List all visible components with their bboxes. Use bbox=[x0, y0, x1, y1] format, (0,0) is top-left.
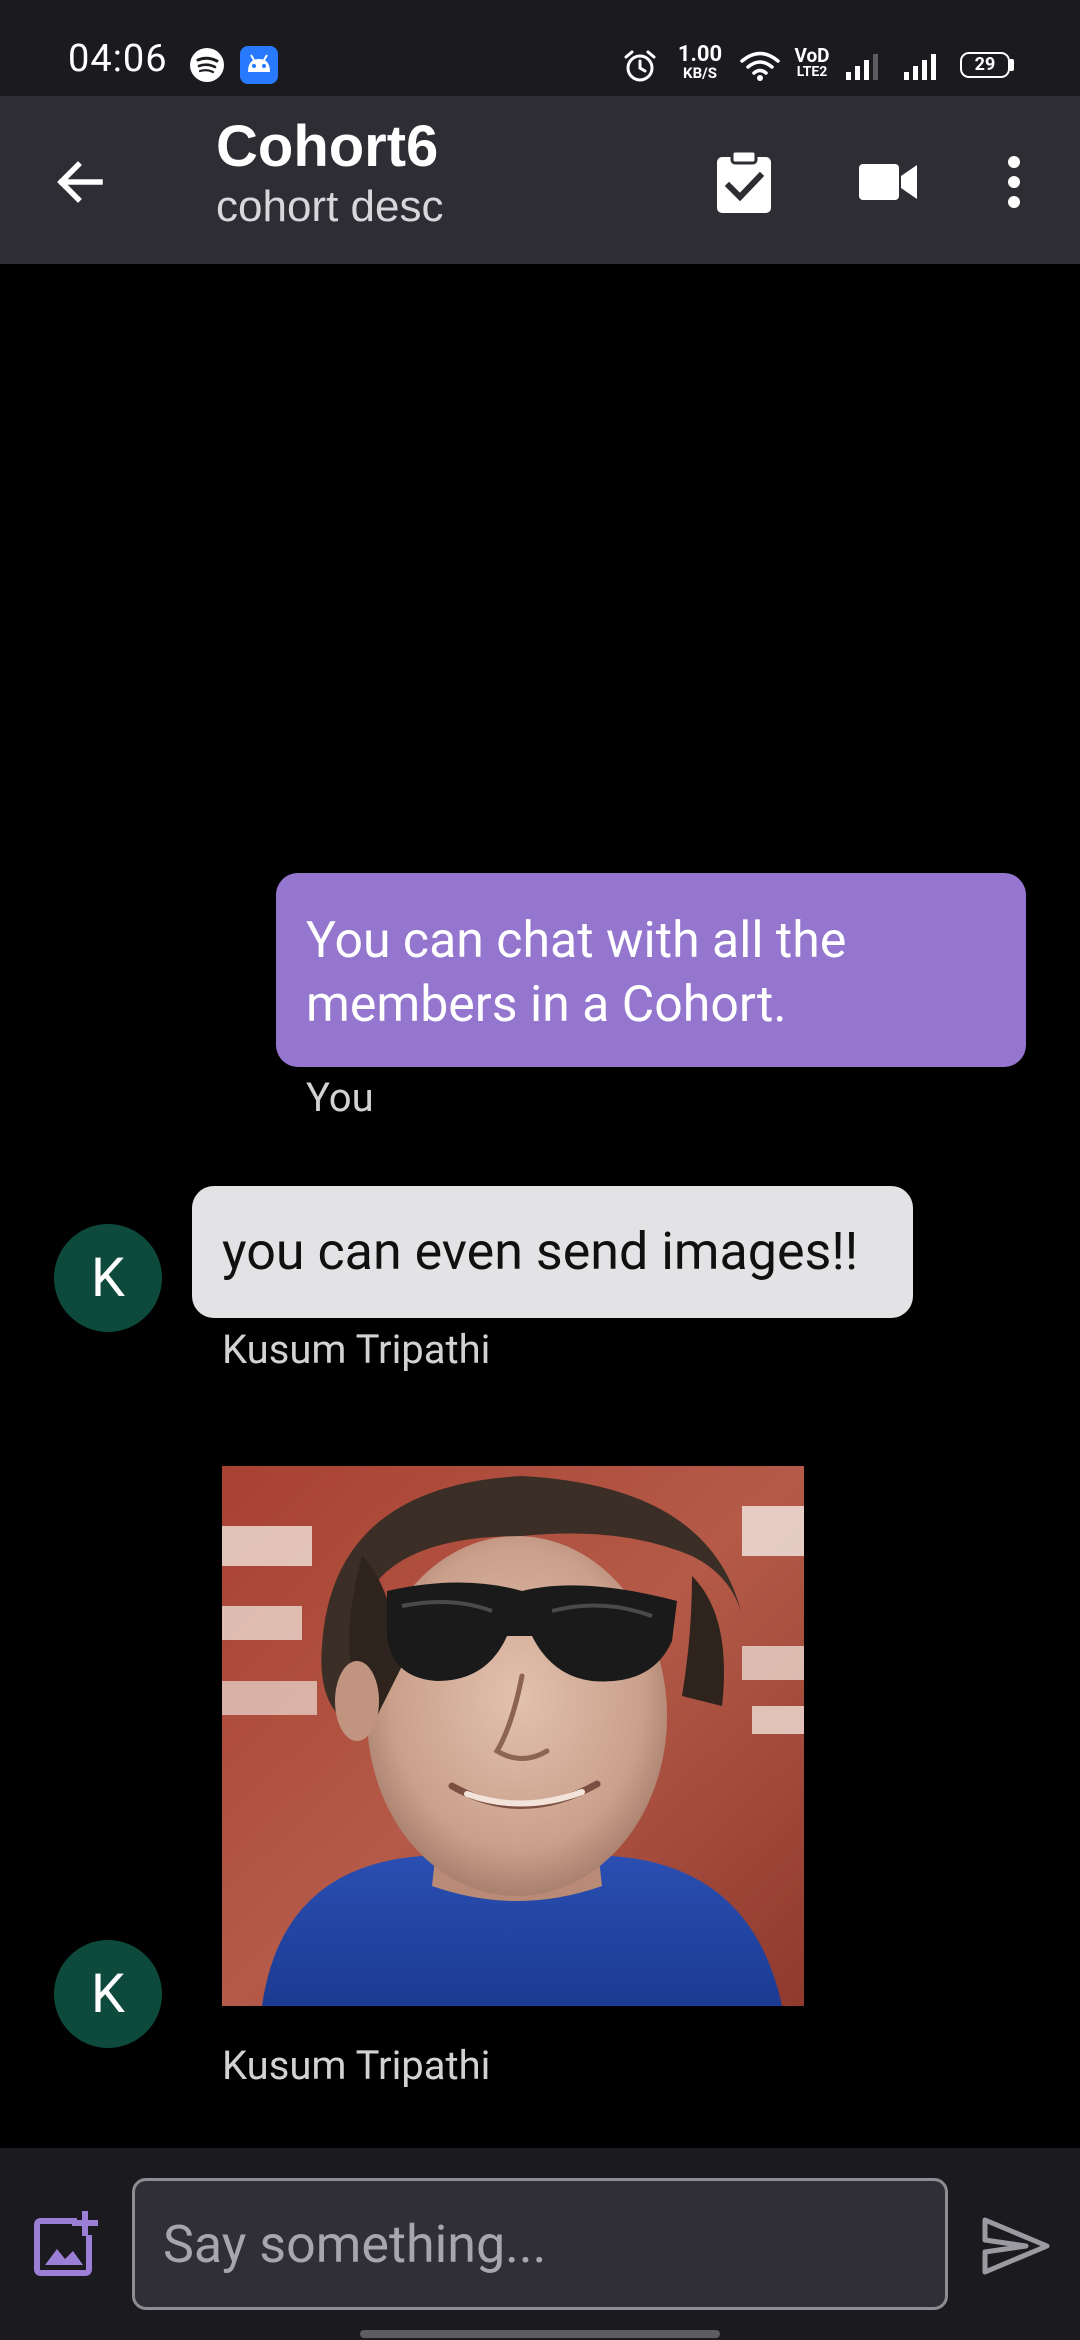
avatar[interactable]: K bbox=[54, 1940, 162, 2048]
tasks-button[interactable] bbox=[702, 140, 786, 224]
avatar-initial: K bbox=[91, 1246, 125, 1310]
shared-photo bbox=[222, 1466, 804, 2006]
image-message[interactable] bbox=[222, 1466, 804, 2006]
message-sender: Kusum Tripathi bbox=[222, 1326, 491, 1373]
network-speed-unit: KB/S bbox=[683, 64, 717, 82]
signal-icon bbox=[846, 54, 878, 80]
spotify-icon bbox=[190, 48, 224, 82]
android-icon bbox=[240, 46, 278, 84]
back-arrow-icon bbox=[57, 161, 103, 203]
composer-bar bbox=[0, 2148, 1080, 2340]
send-icon bbox=[982, 2217, 1050, 2275]
wifi-icon bbox=[740, 51, 780, 81]
app-bar: Cohort6 cohort desc bbox=[0, 96, 1080, 264]
message-input[interactable] bbox=[132, 2178, 948, 2310]
add-photo-icon bbox=[34, 2211, 98, 2276]
chat-subtitle: cohort desc bbox=[216, 181, 444, 231]
battery-tip bbox=[1010, 59, 1014, 71]
network-speed-value: 1.00 bbox=[677, 42, 723, 67]
status-bar: 04:06 1.00 KB/S VoD LTE2 29 bbox=[0, 0, 1080, 96]
message-bubble-received[interactable]: you can even send images!! bbox=[192, 1186, 913, 1318]
home-indicator[interactable] bbox=[360, 2330, 720, 2338]
alarm-icon bbox=[624, 50, 656, 82]
chat-title: Cohort6 bbox=[216, 114, 439, 179]
avatar-initial: K bbox=[91, 1962, 125, 2026]
network-speed: 1.00 KB/S bbox=[672, 44, 728, 81]
status-time: 04:06 bbox=[68, 37, 168, 81]
battery-icon: 29 bbox=[960, 52, 1010, 78]
more-options-button[interactable] bbox=[972, 140, 1056, 224]
volte-top-label: VoD bbox=[794, 44, 830, 67]
volte-icon: VoD LTE2 bbox=[792, 46, 832, 79]
video-camera-icon bbox=[859, 164, 917, 200]
chat-header-info[interactable]: Cohort6 cohort desc bbox=[216, 114, 443, 233]
message-text: You can chat with all the members in a C… bbox=[306, 912, 847, 1034]
message-sender: You bbox=[306, 1074, 374, 1121]
volte-bottom-label: LTE2 bbox=[796, 64, 828, 80]
message-sender: Kusum Tripathi bbox=[222, 2042, 491, 2089]
avatar[interactable]: K bbox=[54, 1224, 162, 1332]
signal-icon bbox=[904, 54, 936, 80]
message-bubble-sent[interactable]: You can chat with all the members in a C… bbox=[276, 873, 1026, 1067]
message-text: you can even send images!! bbox=[222, 1221, 859, 1282]
clipboard-check-icon bbox=[717, 149, 771, 213]
more-vert-icon bbox=[1008, 156, 1020, 208]
battery-level: 29 bbox=[974, 54, 996, 75]
send-button[interactable] bbox=[976, 2206, 1056, 2286]
video-call-button[interactable] bbox=[846, 140, 930, 224]
attach-image-button[interactable] bbox=[28, 2206, 104, 2282]
back-button[interactable] bbox=[44, 146, 116, 218]
